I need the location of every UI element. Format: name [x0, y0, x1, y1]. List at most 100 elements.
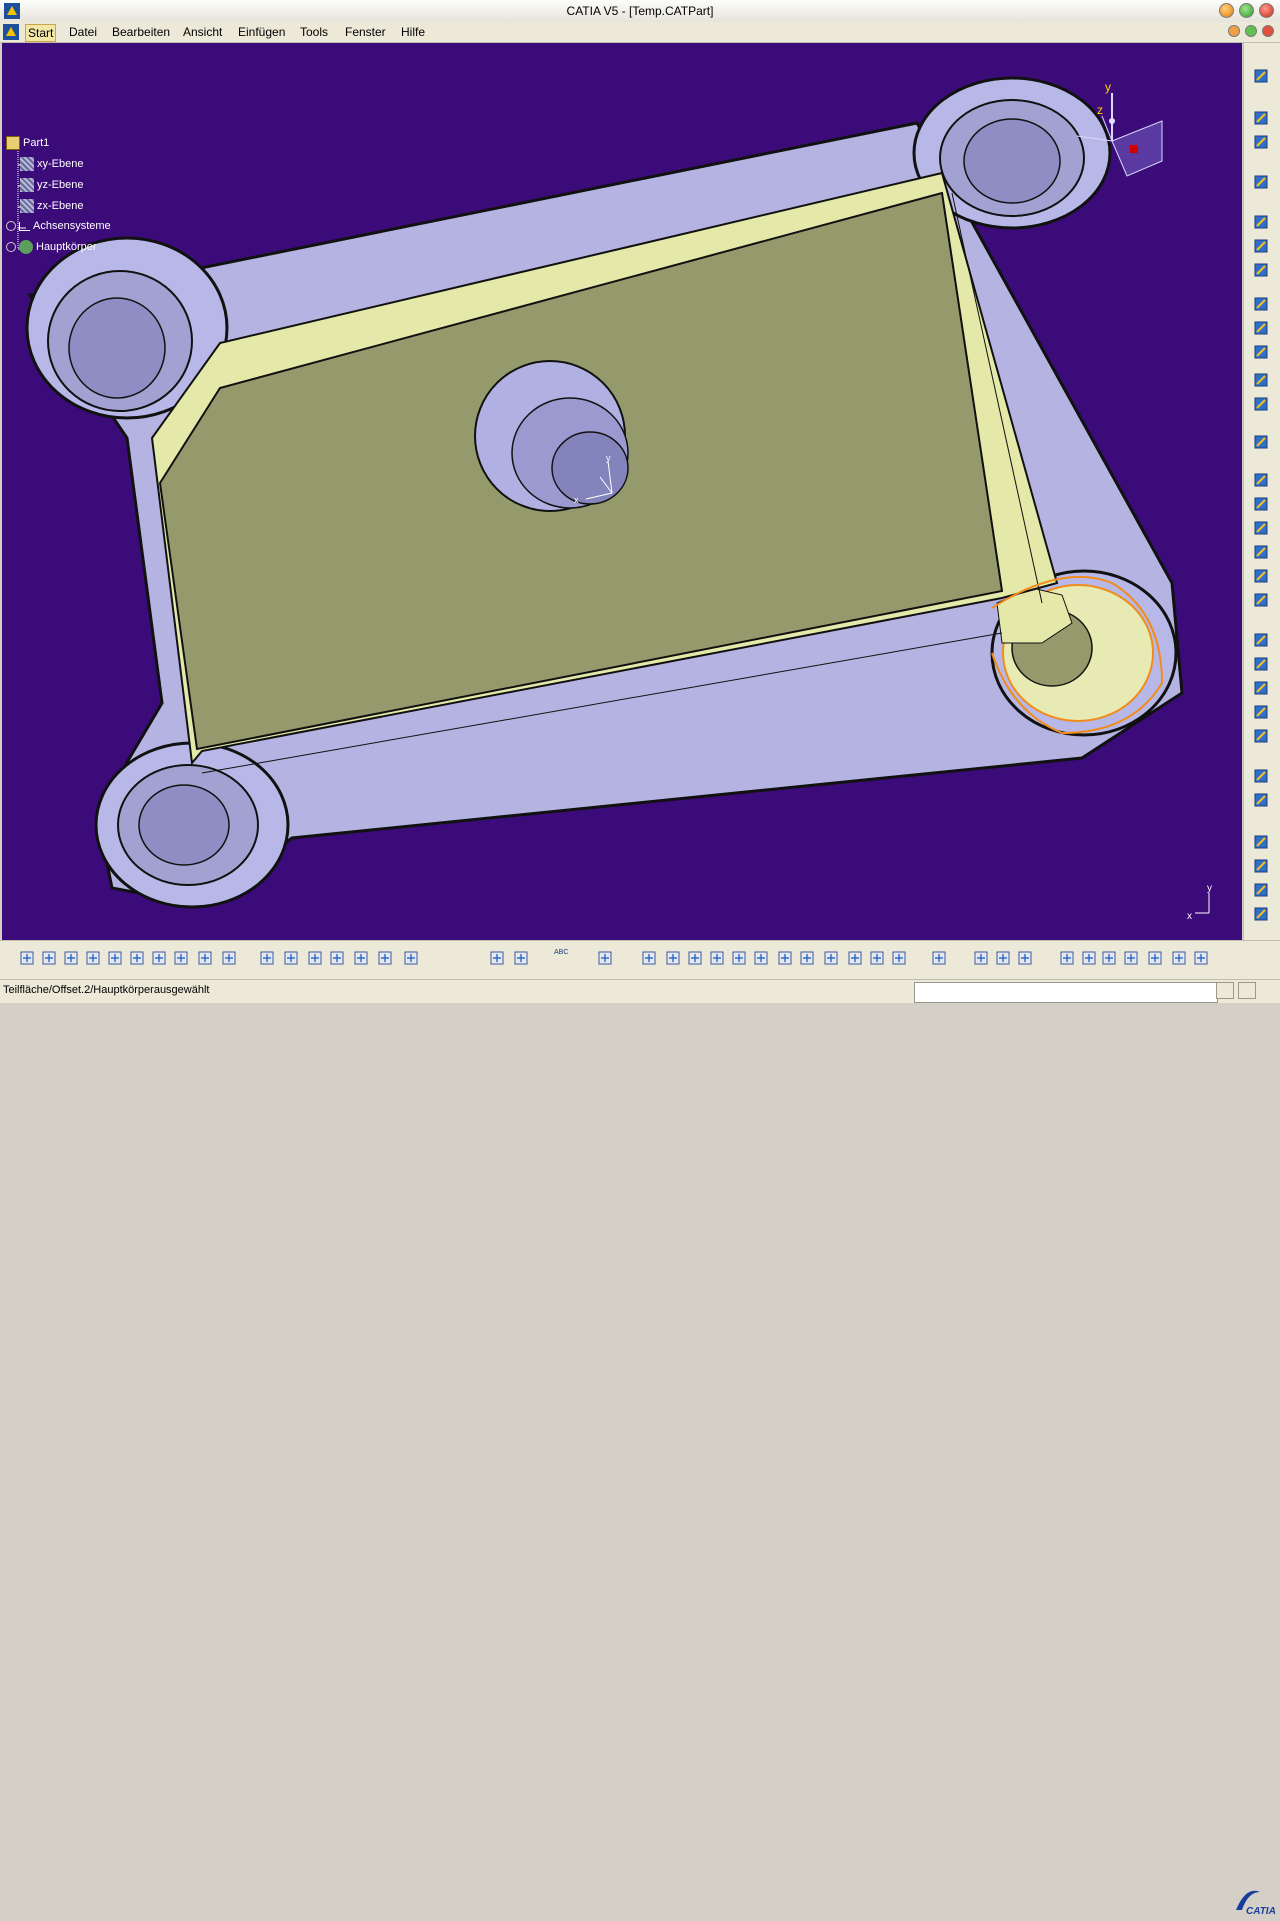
tree-icon[interactable] — [352, 949, 370, 967]
doc-close-button[interactable] — [1262, 25, 1274, 37]
ungroup-icon[interactable] — [512, 949, 530, 967]
corner-icon[interactable] — [1252, 433, 1270, 451]
group-icon[interactable] — [488, 949, 506, 967]
mirror-icon[interactable] — [1252, 655, 1270, 673]
save-view-icon[interactable] — [930, 949, 948, 967]
knowledge-icon[interactable] — [402, 949, 420, 967]
formula-icon[interactable] — [258, 949, 276, 967]
plane-icon[interactable] — [1252, 261, 1270, 279]
document-icon[interactable] — [3, 24, 19, 40]
light-icon[interactable] — [1016, 949, 1034, 967]
layers-icon[interactable] — [994, 949, 1012, 967]
menu-ansicht[interactable]: Ansicht — [181, 24, 224, 40]
expand-icon[interactable] — [6, 242, 16, 252]
tree-node-yz-plane[interactable]: yz-Ebene — [20, 178, 83, 192]
menu-einfuegen[interactable]: Einfügen — [236, 24, 287, 40]
pan-icon[interactable] — [686, 949, 704, 967]
shading-icon[interactable] — [846, 949, 864, 967]
spline-icon[interactable] — [1252, 395, 1270, 413]
command-input[interactable] — [914, 982, 1218, 1003]
hidden-edges-icon[interactable] — [890, 949, 908, 967]
axis-icon[interactable] — [1080, 949, 1098, 967]
snap-icon[interactable] — [1146, 949, 1164, 967]
copy-icon[interactable] — [128, 949, 146, 967]
menu-bearbeiten[interactable]: Bearbeiten — [110, 24, 172, 40]
fit-all-icon[interactable] — [664, 949, 682, 967]
chamfer-icon[interactable] — [1252, 495, 1270, 513]
revolve-icon[interactable] — [1252, 319, 1270, 337]
3d-viewport[interactable]: x y y z x y Part1 xy-Ebene yz-Ebene zx-E… — [2, 43, 1242, 940]
save-icon[interactable] — [62, 949, 80, 967]
boolean-icon[interactable] — [1252, 703, 1270, 721]
doc-restore-button[interactable] — [1245, 25, 1257, 37]
apply-material-icon[interactable] — [1252, 833, 1270, 851]
menu-start[interactable]: Start — [25, 24, 57, 42]
swap-icon[interactable] — [972, 949, 990, 967]
shell-icon[interactable] — [1252, 543, 1270, 561]
lock-icon[interactable] — [376, 949, 394, 967]
sketch-grid-icon[interactable] — [1100, 949, 1118, 967]
construction-icon[interactable] — [1170, 949, 1188, 967]
zoom-in-icon[interactable] — [730, 949, 748, 967]
analyze-icon[interactable] — [1252, 791, 1270, 809]
refresh-icon[interactable] — [1058, 949, 1076, 967]
tree-node-xy-plane[interactable]: xy-Ebene — [20, 157, 83, 171]
thickness-icon[interactable] — [1252, 567, 1270, 585]
dimension-icon[interactable] — [1192, 949, 1210, 967]
expand-icon[interactable] — [6, 221, 16, 232]
maximize-button[interactable] — [1239, 3, 1254, 18]
table-icon[interactable] — [328, 949, 346, 967]
doc-minimize-button[interactable] — [1228, 25, 1240, 37]
snapshot-icon[interactable] — [1252, 905, 1270, 923]
point-icon[interactable] — [1252, 213, 1270, 231]
undo-icon[interactable] — [172, 949, 190, 967]
view-plane-icon[interactable] — [1252, 67, 1270, 85]
menu-hilfe[interactable]: Hilfe — [399, 24, 427, 40]
extrude-icon[interactable] — [1252, 295, 1270, 313]
select-arrow-icon[interactable] — [1252, 109, 1270, 127]
sweep-icon[interactable] — [1252, 343, 1270, 361]
zoom-out-icon[interactable] — [752, 949, 770, 967]
tree-node-axis-systems[interactable]: Achsensysteme — [6, 220, 111, 232]
tree-node-zx-plane[interactable]: zx-Ebene — [20, 199, 83, 213]
close-button[interactable] — [1259, 3, 1274, 18]
menu-datei[interactable]: Datei — [67, 24, 99, 40]
view-cube-icon[interactable] — [822, 949, 840, 967]
tree-node-main-body[interactable]: Hauptkörper — [6, 240, 97, 254]
scale-icon[interactable] — [1252, 679, 1270, 697]
whats-this-icon[interactable] — [220, 949, 238, 967]
fillet-icon[interactable] — [1252, 471, 1270, 489]
part-geometry[interactable] — [2, 43, 1242, 940]
draft-icon[interactable] — [1252, 519, 1270, 537]
measure-icon[interactable] — [1252, 767, 1270, 785]
command-input-button[interactable] — [1216, 982, 1234, 999]
open-icon[interactable] — [40, 949, 58, 967]
line-icon[interactable] — [1252, 237, 1270, 255]
status-resize-grip[interactable] — [1238, 982, 1256, 999]
cut-icon[interactable] — [106, 949, 124, 967]
paste-icon[interactable] — [150, 949, 168, 967]
rotate-icon[interactable] — [708, 949, 726, 967]
comment-icon[interactable] — [282, 949, 300, 967]
edges-icon[interactable] — [868, 949, 886, 967]
render-icon[interactable] — [1252, 881, 1270, 899]
minimize-button[interactable] — [1219, 3, 1234, 18]
sketcher-icon[interactable] — [1252, 173, 1270, 191]
fly-icon[interactable] — [640, 949, 658, 967]
compass-icon[interactable]: y z — [1067, 81, 1167, 181]
redo-icon[interactable] — [196, 949, 214, 967]
menu-tools[interactable]: Tools — [298, 24, 330, 40]
hide-show-icon[interactable] — [1252, 857, 1270, 875]
pattern-icon[interactable] — [1252, 631, 1270, 649]
thread-icon[interactable] — [1252, 591, 1270, 609]
iso-view-icon[interactable] — [798, 949, 816, 967]
menu-fenster[interactable]: Fenster — [343, 24, 388, 40]
assemble-icon[interactable] — [1252, 727, 1270, 745]
circle-icon[interactable] — [1252, 371, 1270, 389]
new-icon[interactable] — [18, 949, 36, 967]
tree-node-part1[interactable]: Part1 — [6, 136, 49, 150]
spell-check-icon[interactable]: ABC — [554, 949, 578, 967]
normal-view-icon[interactable] — [776, 949, 794, 967]
shield-icon[interactable] — [596, 949, 614, 967]
print-icon[interactable] — [84, 949, 102, 967]
